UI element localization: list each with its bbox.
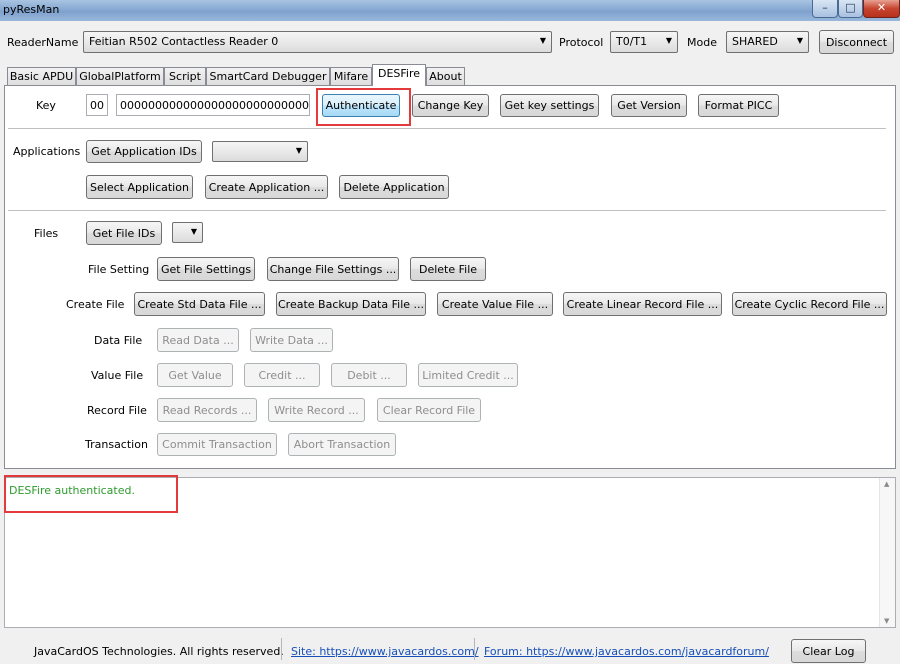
chevron-down-icon: ▼ — [539, 36, 546, 45]
chevron-down-icon: ▼ — [665, 36, 672, 45]
abort-transaction-button[interactable]: Abort Transaction — [288, 433, 396, 456]
create-backup-data-file-button[interactable]: Create Backup Data File ... — [276, 292, 426, 316]
format-picc-button[interactable]: Format PICC — [698, 94, 779, 117]
key-number-field[interactable]: 00 — [86, 94, 108, 116]
tab-about[interactable]: About — [426, 67, 465, 85]
title-bar: pyResMan – □ ✕ — [0, 0, 900, 21]
commit-transaction-button[interactable]: Commit Transaction — [157, 433, 277, 456]
limited-credit-button[interactable]: Limited Credit ... — [418, 363, 518, 387]
get-file-settings-button[interactable]: Get File Settings — [157, 257, 255, 281]
mode-select[interactable]: SHARED ▼ — [726, 31, 809, 53]
divider — [8, 128, 886, 129]
create-value-file-button[interactable]: Create Value File ... — [437, 292, 553, 316]
tab-smartcard-debugger[interactable]: SmartCard Debugger — [206, 67, 330, 85]
delete-file-button[interactable]: Delete File — [410, 257, 486, 281]
copyright-text: JavaCardOS Technologies. All rights rese… — [34, 645, 284, 658]
footer-divider — [281, 638, 282, 660]
footer-divider — [474, 638, 475, 660]
credit-button[interactable]: Credit ... — [244, 363, 320, 387]
create-cyclic-record-file-button[interactable]: Create Cyclic Record File ... — [732, 292, 887, 316]
forum-link[interactable]: Forum: https://www.javacardos.com/javaca… — [484, 645, 769, 658]
log-scrollbar[interactable]: ▲ ▼ — [879, 478, 895, 627]
tab-mifare[interactable]: Mifare — [330, 67, 372, 85]
get-value-button[interactable]: Get Value — [157, 363, 233, 387]
file-id-select[interactable]: ▼ — [172, 222, 203, 243]
chevron-down-icon: ▼ — [190, 227, 197, 236]
log-highlight-box — [4, 475, 178, 513]
create-linear-record-file-button[interactable]: Create Linear Record File ... — [563, 292, 722, 316]
chevron-down-icon: ▼ — [796, 36, 803, 45]
transaction-label: Transaction — [85, 438, 148, 451]
get-application-ids-button[interactable]: Get Application IDs — [86, 140, 202, 163]
read-data-button[interactable]: Read Data ... — [157, 328, 239, 352]
reader-select-value: Feitian R502 Contactless Reader 0 — [89, 35, 279, 48]
clear-log-button[interactable]: Clear Log — [791, 639, 866, 663]
record-file-label: Record File — [87, 404, 147, 417]
key-label: Key — [36, 99, 56, 112]
protocol-select-value: T0/T1 — [616, 35, 648, 48]
window-title: pyResMan — [3, 3, 60, 16]
minimize-button[interactable]: – — [812, 0, 838, 18]
change-file-settings-button[interactable]: Change File Settings ... — [267, 257, 399, 281]
write-record-button[interactable]: Write Record ... — [268, 398, 365, 422]
get-version-button[interactable]: Get Version — [611, 94, 687, 117]
value-file-label: Value File — [91, 369, 144, 382]
applications-label: Applications — [13, 145, 81, 158]
data-file-label: Data File — [94, 334, 143, 347]
maximize-button[interactable]: □ — [838, 0, 863, 18]
close-button[interactable]: ✕ — [863, 0, 900, 18]
application-id-select[interactable]: ▼ — [212, 141, 308, 162]
get-key-settings-button[interactable]: Get key settings — [500, 94, 599, 117]
protocol-select[interactable]: T0/T1 ▼ — [610, 31, 678, 53]
select-application-button[interactable]: Select Application — [86, 175, 193, 199]
clear-record-file-button[interactable]: Clear Record File — [377, 398, 481, 422]
delete-application-button[interactable]: Delete Application — [339, 175, 449, 199]
disconnect-button[interactable]: Disconnect — [819, 30, 894, 54]
change-key-button[interactable]: Change Key — [412, 94, 489, 117]
create-file-label: Create File — [66, 298, 125, 311]
divider — [8, 210, 886, 211]
mode-select-value: SHARED — [732, 35, 778, 48]
file-setting-label: File Setting — [88, 263, 150, 276]
scroll-up-icon[interactable]: ▲ — [884, 480, 889, 488]
mode-label: Mode — [687, 36, 717, 49]
read-records-button[interactable]: Read Records ... — [157, 398, 257, 422]
create-application-button[interactable]: Create Application ... — [205, 175, 328, 199]
tab-globalplatform[interactable]: GlobalPlatform — [76, 67, 164, 85]
tab-script[interactable]: Script — [164, 67, 206, 85]
protocol-label: Protocol — [559, 36, 604, 49]
tab-basic-apdu[interactable]: Basic APDU — [7, 67, 76, 85]
create-std-data-file-button[interactable]: Create Std Data File ... — [134, 292, 265, 316]
site-link[interactable]: Site: https://www.javacardos.com/ — [291, 645, 479, 658]
get-file-ids-button[interactable]: Get File IDs — [86, 221, 162, 245]
chevron-down-icon: ▼ — [295, 146, 302, 155]
write-data-button[interactable]: Write Data ... — [250, 328, 333, 352]
reader-select[interactable]: Feitian R502 Contactless Reader 0 ▼ — [83, 31, 552, 53]
key-value-field[interactable]: 00000000000000000000000000000000 — [116, 94, 310, 116]
debit-button[interactable]: Debit ... — [331, 363, 407, 387]
scroll-down-icon[interactable]: ▼ — [884, 617, 889, 625]
authenticate-highlight-box — [316, 88, 411, 126]
reader-name-label: ReaderName — [7, 36, 79, 49]
tab-desfire[interactable]: DESFire — [372, 64, 426, 86]
files-label: Files — [34, 227, 59, 240]
